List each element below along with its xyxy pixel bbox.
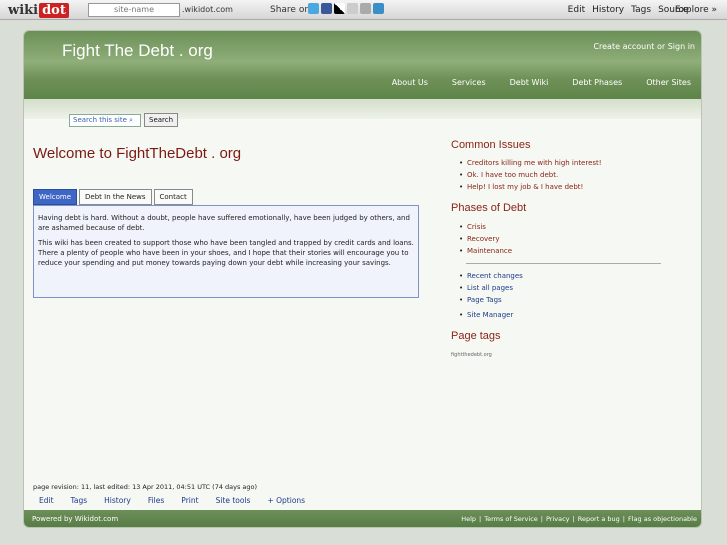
list-item[interactable]: Ok. I have too much debt. — [459, 169, 686, 181]
footer-sep: | — [540, 515, 543, 523]
sidebar: Common Issues Creditors killing me with … — [451, 127, 686, 358]
divider — [466, 263, 661, 264]
account-link[interactable]: Create account or Sign in — [593, 42, 695, 51]
footer-sep: | — [572, 515, 575, 523]
nav-about-us[interactable]: About Us — [380, 78, 440, 87]
site-manager-link[interactable]: Site Manager — [459, 309, 686, 321]
list-item[interactable]: Maintenance — [459, 245, 686, 257]
option-print[interactable]: Print — [181, 496, 198, 505]
menu-tags[interactable]: Tags — [631, 5, 651, 15]
explore-menu[interactable]: Explore » — [675, 5, 717, 15]
option-tags[interactable]: Tags — [71, 496, 88, 505]
facebook-icon[interactable] — [321, 3, 332, 14]
search-button[interactable]: Search — [144, 113, 179, 127]
option-files[interactable]: Files — [148, 496, 164, 505]
tag-link[interactable]: fightthedebt.org — [451, 352, 686, 358]
tab-welcome[interactable]: Welcome — [33, 189, 78, 205]
twitter-icon[interactable] — [308, 3, 319, 14]
menu-edit[interactable]: Edit — [568, 5, 585, 15]
nav-services[interactable]: Services — [440, 78, 498, 87]
option-edit[interactable]: Edit — [39, 496, 54, 505]
reddit-icon[interactable] — [360, 3, 371, 14]
share-icons — [308, 3, 384, 14]
search-input[interactable]: Search this site ⌕ — [69, 114, 141, 127]
site-header: Fight The Debt . org Create account or S… — [24, 31, 701, 99]
top-nav: About Us Services Debt Wiki Debt Phases … — [380, 78, 701, 87]
page-revision: page revision: 11, last edited: 13 Apr 2… — [33, 483, 258, 491]
footer-sep: | — [622, 515, 625, 523]
footer-privacy[interactable]: Privacy — [546, 515, 570, 523]
wikidot-toolbar: wiki dot site-name .wikidot.com Share on … — [0, 0, 727, 20]
option-site-tools[interactable]: Site tools — [216, 496, 251, 505]
nav-other-sites[interactable]: Other Sites — [634, 78, 701, 87]
site-name-input[interactable]: site-name — [88, 3, 180, 17]
wiki-links-list: Recent changes List all pages Page Tags — [459, 270, 686, 306]
support-paragraph: This wiki has been created to support th… — [38, 239, 414, 267]
manager-list: Site Manager — [459, 309, 686, 321]
list-item[interactable]: Recovery — [459, 233, 686, 245]
list-all-pages-link[interactable]: List all pages — [459, 282, 686, 294]
list-item[interactable]: Help! I lost my job & I have debt! — [459, 181, 686, 193]
recent-changes-link[interactable]: Recent changes — [459, 270, 686, 282]
tab-bar: Welcome Debt In the News Contact — [33, 189, 193, 205]
wikidot-logo[interactable]: wiki dot — [8, 3, 69, 18]
option-more[interactable]: + Options — [267, 496, 305, 505]
option-history[interactable]: History — [104, 496, 131, 505]
page-options: Edit Tags History Files Print Site tools… — [39, 496, 305, 505]
tab-contact[interactable]: Contact — [153, 189, 193, 205]
tab-debt-news[interactable]: Debt In the News — [79, 189, 152, 205]
page-menu: Edit History Tags Source — [568, 5, 689, 15]
footer-flag[interactable]: Flag as objectionable — [628, 515, 697, 523]
page-title: Welcome to FightTheDebt . org — [33, 145, 242, 162]
domain-suffix: .wikidot.com — [182, 5, 233, 14]
footer-sep: | — [479, 515, 482, 523]
site-title[interactable]: Fight The Debt . org — [62, 41, 213, 61]
stumbleupon-icon[interactable] — [373, 3, 384, 14]
delicious-icon[interactable] — [334, 3, 345, 14]
page-tags-heading: Page tags — [451, 330, 501, 342]
menu-history[interactable]: History — [592, 5, 624, 15]
digg-icon[interactable] — [347, 3, 358, 14]
common-issues-heading: Common Issues — [451, 139, 531, 151]
share-label: Share on — [270, 5, 311, 15]
list-item[interactable]: Crisis — [459, 221, 686, 233]
nav-debt-phases[interactable]: Debt Phases — [560, 78, 634, 87]
footer-report-bug[interactable]: Report a bug — [578, 515, 620, 523]
list-item[interactable]: Creditors killing me with high interest! — [459, 157, 686, 169]
footer-terms[interactable]: Terms of Service — [484, 515, 538, 523]
tab-content: Having debt is hard. Without a doubt, pe… — [33, 205, 419, 298]
nav-debt-wiki[interactable]: Debt Wiki — [498, 78, 561, 87]
page-tags-link[interactable]: Page Tags — [459, 294, 686, 306]
phases-list: Crisis Recovery Maintenance — [459, 221, 686, 257]
common-issues-list: Creditors killing me with high interest!… — [459, 157, 686, 193]
phases-heading: Phases of Debt — [451, 202, 527, 214]
logo-text: wiki — [8, 3, 39, 18]
footer: Powered by Wikidot.com Help | Terms of S… — [24, 510, 701, 527]
search-icon: ⌕ — [129, 116, 134, 124]
page-frame: Fight The Debt . org Create account or S… — [23, 30, 702, 528]
logo-dot: dot — [39, 3, 69, 18]
powered-by-link[interactable]: Powered by Wikidot.com — [32, 515, 118, 523]
footer-help[interactable]: Help — [461, 515, 476, 523]
footer-links: Help | Terms of Service | Privacy | Repo… — [461, 515, 697, 523]
search-placeholder: Search this site — [73, 116, 127, 124]
intro-paragraph: Having debt is hard. Without a doubt, pe… — [38, 214, 410, 232]
